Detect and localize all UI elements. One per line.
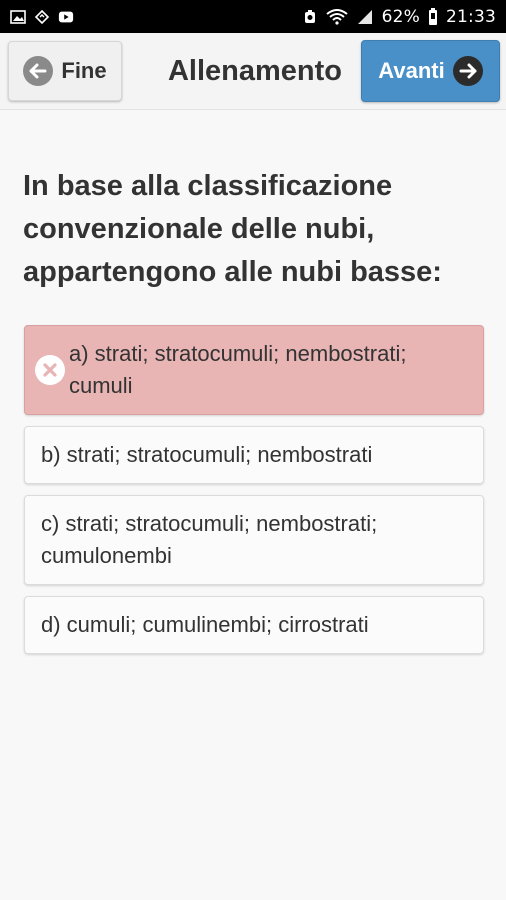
arrow-right-icon	[452, 56, 483, 86]
answer-text: a) strati; stratocumuli; nembostrati; cu…	[69, 341, 407, 398]
answer-text: b) strati; stratocumuli; nembostrati	[41, 442, 373, 467]
status-bar: 62% 21:33	[0, 0, 506, 33]
status-bar-right: 62% 21:33	[302, 7, 496, 27]
answer-option-d[interactable]: d) cumuli; cumulinembi; cirrostrati	[24, 596, 484, 654]
battery-percent: 62%	[381, 6, 420, 27]
image-icon	[10, 9, 26, 24]
sync-icon	[34, 9, 50, 24]
fine-button[interactable]: Fine	[8, 41, 122, 101]
answer-option-a[interactable]: a) strati; stratocumuli; nembostrati; cu…	[24, 325, 484, 415]
answer-text: d) cumuli; cumulinembi; cirrostrati	[41, 612, 369, 637]
header-bar: Fine Allenamento Avanti	[0, 33, 506, 110]
question-text: In base alla classificazione convenziona…	[23, 170, 442, 288]
page-title: Allenamento	[167, 55, 343, 87]
avanti-button[interactable]: Avanti	[361, 40, 500, 102]
fine-button-label: Fine	[61, 58, 107, 83]
answer-text: c) strati; stratocumuli; nembostrati; cu…	[41, 511, 378, 568]
avanti-button-label: Avanti	[378, 58, 445, 83]
wrong-answer-icon	[35, 355, 65, 385]
answer-option-b[interactable]: b) strati; stratocumuli; nembostrati	[24, 426, 484, 484]
alarm-icon	[302, 9, 318, 24]
clock: 21:33	[446, 6, 496, 27]
status-bar-left	[10, 9, 74, 24]
wifi-icon	[325, 8, 348, 25]
arrow-left-icon	[23, 56, 54, 86]
youtube-icon	[58, 10, 74, 24]
answer-list: a) strati; stratocumuli; nembostrati; cu…	[24, 325, 484, 665]
answer-option-c[interactable]: c) strati; stratocumuli; nembostrati; cu…	[24, 495, 484, 585]
battery-icon	[428, 7, 438, 25]
signal-icon	[356, 9, 374, 24]
